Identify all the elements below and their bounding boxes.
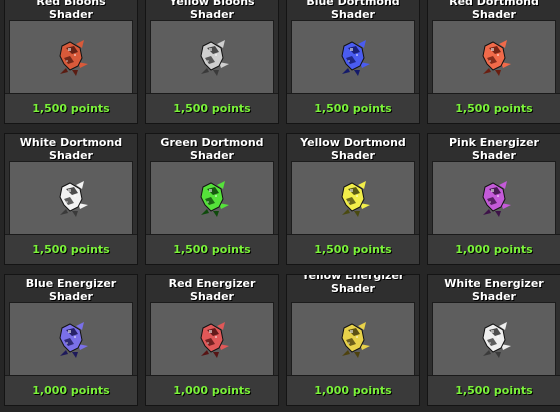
item-title: Pink Energizer Shader	[428, 136, 560, 162]
item-price: 1,500 points	[287, 93, 419, 123]
item-title: Red Energizer Shader	[146, 277, 278, 303]
energizer-shader-sprite-icon	[59, 322, 88, 358]
item-price: 1,500 points	[428, 375, 560, 405]
shop-item-card[interactable]: Yellow Dortmond Shader 1,500 points	[286, 133, 420, 265]
item-preview	[291, 302, 415, 376]
item-title: Yellow Dortmond Shader	[287, 136, 419, 162]
shop-item-card[interactable]: Red Dortmond Shader 1,500 points	[427, 0, 560, 124]
item-preview	[150, 20, 274, 94]
dortmond-shader-sprite-icon	[341, 181, 370, 217]
shop-item-card[interactable]: White Energizer Shader 1,500 points	[427, 274, 560, 406]
shop-item-card[interactable]: Blue Energizer Shader 1,000 points	[4, 274, 138, 406]
shop-item-card[interactable]: Red Bloons Shader 1,500 points	[4, 0, 138, 124]
item-name: Yellow Energizer	[301, 274, 405, 282]
item-title: Blue Energizer Shader	[5, 277, 137, 303]
energizer-shader-sprite-icon	[482, 322, 511, 358]
item-preview	[291, 20, 415, 94]
item-name: Green Dortmond	[160, 136, 264, 149]
item-price: 1,500 points	[5, 234, 137, 264]
dortmond-shader-sprite-icon	[341, 40, 370, 76]
item-preview	[432, 20, 556, 94]
shop-item-card[interactable]: Yellow Bloons Shader 1,500 points	[145, 0, 279, 124]
item-preview	[150, 302, 274, 376]
shop-item-card[interactable]: Yellow Energizer Shader 1,000 points	[286, 274, 420, 406]
shop-item-card[interactable]: Pink Energizer Shader 1,000 points	[427, 133, 560, 265]
item-price: 1,500 points	[287, 234, 419, 264]
item-title: Red Bloons Shader	[5, 0, 137, 21]
bloons-shader-sprite-icon	[59, 40, 88, 76]
item-title: Yellow Energizer Shader	[287, 274, 419, 305]
item-name: Pink Energizer	[449, 136, 539, 149]
item-title: Blue Dortmond Shader	[287, 0, 419, 21]
item-name: Blue Dortmond	[306, 0, 400, 8]
item-name: Red Bloons	[36, 0, 106, 8]
item-preview	[9, 302, 133, 376]
item-price: 1,000 points	[287, 375, 419, 405]
item-title: Green Dortmond Shader	[146, 136, 278, 162]
dortmond-shader-sprite-icon	[200, 181, 229, 217]
item-price: 1,000 points	[5, 375, 137, 405]
shop-item-card[interactable]: White Dortmond Shader 1,500 points	[4, 133, 138, 265]
item-preview	[432, 161, 556, 235]
shop-item-card[interactable]: Red Energizer Shader 1,000 points	[145, 274, 279, 406]
shop-item-card[interactable]: Blue Dortmond Shader 1,500 points	[286, 0, 420, 124]
energizer-shader-sprite-icon	[200, 322, 229, 358]
item-name: Blue Energizer	[25, 277, 117, 290]
item-name: White Energizer	[444, 277, 544, 290]
item-preview	[432, 302, 556, 376]
item-price: 1,500 points	[5, 93, 137, 123]
item-price: 1,000 points	[428, 234, 560, 264]
dortmond-shader-sprite-icon	[59, 181, 88, 217]
item-price: 1,500 points	[146, 234, 278, 264]
item-preview	[9, 20, 133, 94]
bloons-shader-sprite-icon	[200, 40, 229, 76]
energizer-shader-sprite-icon	[341, 322, 370, 358]
item-title: White Energizer Shader	[428, 277, 560, 303]
item-price: 1,500 points	[146, 93, 278, 123]
item-preview	[291, 161, 415, 235]
energizer-shader-sprite-icon	[482, 181, 511, 217]
item-price: 1,500 points	[428, 93, 560, 123]
item-type: Shader	[331, 282, 375, 295]
shader-shop-grid: Red Bloons Shader 1,500 points Yellow Bloon…	[0, 0, 560, 412]
dortmond-shader-sprite-icon	[482, 40, 511, 76]
item-preview	[9, 161, 133, 235]
shop-item-card[interactable]: Green Dortmond Shader 1,500 points	[145, 133, 279, 265]
item-name: Red Dortmond	[449, 0, 539, 8]
item-name: Red Energizer	[168, 277, 256, 290]
item-title: Red Dortmond Shader	[428, 0, 560, 21]
item-name: Yellow Dortmond	[300, 136, 406, 149]
item-name: Yellow Bloons	[169, 0, 255, 8]
item-title: White Dortmond Shader	[5, 136, 137, 162]
item-title: Yellow Bloons Shader	[146, 0, 278, 21]
item-price: 1,000 points	[146, 375, 278, 405]
item-preview	[150, 161, 274, 235]
item-name: White Dortmond	[19, 136, 123, 149]
